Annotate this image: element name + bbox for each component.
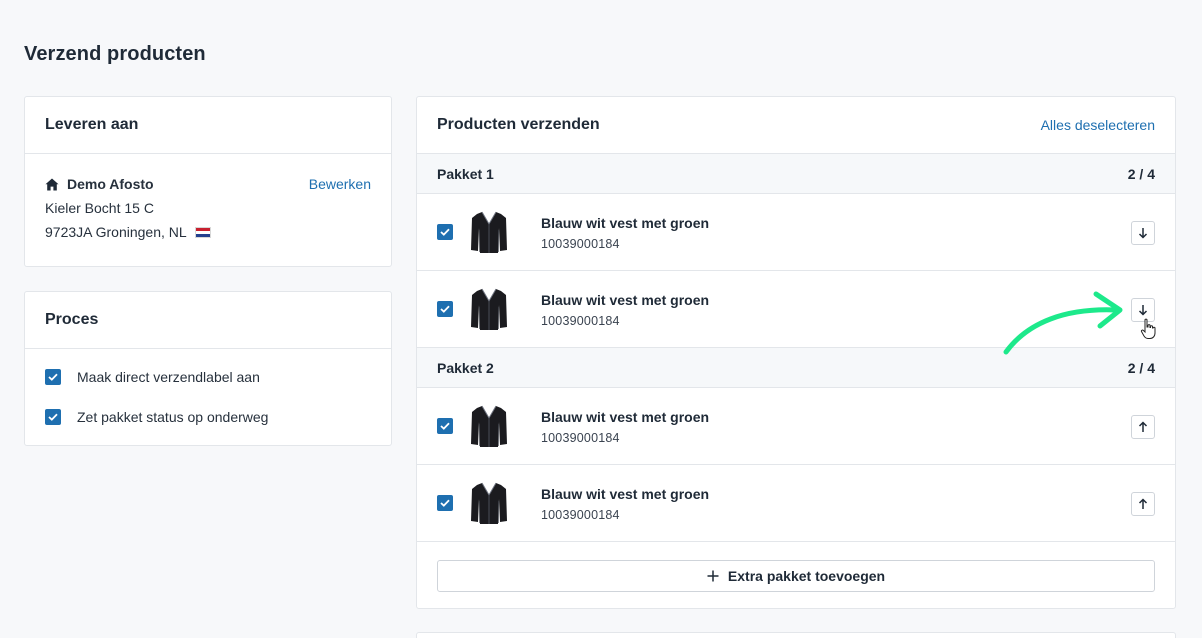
process-card-header: Proces xyxy=(25,292,391,349)
netherlands-flag-icon xyxy=(194,227,211,238)
edit-address-link[interactable]: Bewerken xyxy=(309,172,371,196)
recipient-name: Demo Afosto xyxy=(67,176,154,192)
move-up-button[interactable] xyxy=(1131,415,1155,439)
checkmark-icon xyxy=(440,305,450,313)
checkmark-icon xyxy=(440,499,450,507)
product-row: Blauw wit vest met groen 10039000184 xyxy=(417,388,1175,465)
product-name: Blauw wit vest met groen xyxy=(541,291,710,308)
address-city-row: 9723JA Groningen, NL xyxy=(45,220,371,244)
home-icon xyxy=(45,178,59,190)
delivery-card: Leveren aan Demo Afosto Bewerken Kieler … xyxy=(24,96,392,267)
checkmark-icon xyxy=(440,228,450,236)
product-name: Blauw wit vest met groen xyxy=(541,485,710,502)
product-sku: 10039000184 xyxy=(541,236,620,251)
products-card: Producten verzenden Alles deselecteren P… xyxy=(416,96,1176,609)
product-checkbox[interactable] xyxy=(437,224,453,240)
product-info: Blauw wit vest met groen 10039000184 xyxy=(541,485,709,522)
product-row: Blauw wit vest met groen 10039000184 xyxy=(417,271,1175,348)
process-card-title: Proces xyxy=(45,311,99,328)
address-city: 9723JA Groningen, NL xyxy=(45,224,187,240)
package-count: 2 / 4 xyxy=(1127,165,1155,182)
cardigan-thumbnail xyxy=(471,211,507,253)
process-option-status: Zet pakket status op onderweg xyxy=(25,397,391,437)
status-in-transit-checkbox[interactable] xyxy=(45,409,61,425)
delivery-card-header: Leveren aan xyxy=(25,97,391,154)
status-in-transit-text: Zet pakket status op onderweg xyxy=(77,409,269,425)
add-package-label: Extra pakket toevoegen xyxy=(727,568,886,584)
cardigan-thumbnail xyxy=(471,288,507,330)
arrow-up-icon xyxy=(1138,498,1148,509)
package-header: Pakket 2 2 / 4 xyxy=(417,348,1175,388)
create-label-checkbox[interactable] xyxy=(45,369,61,385)
product-sku: 10039000184 xyxy=(541,430,620,445)
arrow-down-icon xyxy=(1138,228,1148,239)
product-row: Blauw wit vest met groen 10039000184 xyxy=(417,194,1175,271)
product-sku: 10039000184 xyxy=(541,507,620,522)
products-card-header: Producten verzenden Alles deselecteren xyxy=(417,97,1175,154)
product-info: Blauw wit vest met groen 10039000184 xyxy=(541,291,709,328)
package-label: Pakket 1 xyxy=(437,165,494,182)
product-checkbox[interactable] xyxy=(437,418,453,434)
product-sku: 10039000184 xyxy=(541,313,620,328)
delivery-address: Demo Afosto Bewerken Kieler Bocht 15 C 9… xyxy=(25,154,391,244)
cardigan-thumbnail xyxy=(471,405,507,447)
cardigan-thumbnail xyxy=(471,482,507,524)
hand-cursor-icon xyxy=(1140,318,1156,339)
product-name: Blauw wit vest met groen xyxy=(541,408,710,425)
package-label: Pakket 2 xyxy=(437,359,494,376)
create-label-text: Maak direct verzendlabel aan xyxy=(77,369,260,385)
address-street: Kieler Bocht 15 C xyxy=(45,200,154,216)
page-title: Verzend producten xyxy=(24,43,206,65)
plus-icon xyxy=(707,570,719,582)
product-checkbox[interactable] xyxy=(437,495,453,511)
package-count: 2 / 4 xyxy=(1127,359,1155,376)
checkmark-icon xyxy=(48,413,58,421)
checkmark-icon xyxy=(48,373,58,381)
package-header: Pakket 1 2 / 4 xyxy=(417,154,1175,194)
arrow-down-icon xyxy=(1138,305,1148,316)
checkmark-icon xyxy=(440,422,450,430)
product-info: Blauw wit vest met groen 10039000184 xyxy=(541,408,709,445)
next-card-edge xyxy=(416,632,1176,638)
product-info: Blauw wit vest met groen 10039000184 xyxy=(541,214,709,251)
products-card-title: Producten verzenden xyxy=(437,116,600,133)
product-row: Blauw wit vest met groen 10039000184 xyxy=(417,465,1175,542)
delivery-card-title: Leveren aan xyxy=(45,116,139,133)
move-up-button[interactable] xyxy=(1131,492,1155,516)
product-name: Blauw wit vest met groen xyxy=(541,214,710,231)
add-package-button[interactable]: Extra pakket toevoegen xyxy=(437,560,1155,592)
process-card: Proces Maak direct verzendlabel aan Zet … xyxy=(24,291,392,446)
process-options: Maak direct verzendlabel aan Zet pakket … xyxy=(25,349,391,437)
move-down-button[interactable] xyxy=(1131,221,1155,245)
product-checkbox[interactable] xyxy=(437,301,453,317)
deselect-all-link[interactable]: Alles deselecteren xyxy=(1041,117,1155,133)
arrow-up-icon xyxy=(1138,421,1148,432)
process-option-create-label: Maak direct verzendlabel aan xyxy=(25,357,391,397)
